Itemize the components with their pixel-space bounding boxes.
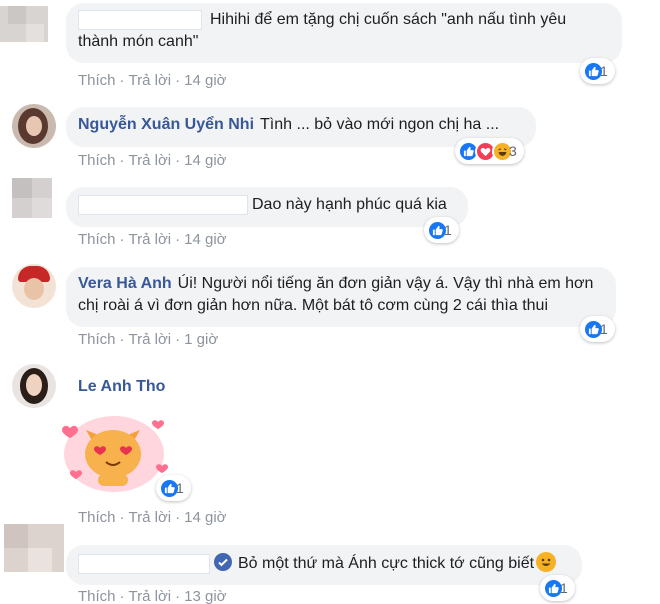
redacted-name xyxy=(78,553,210,574)
like-link[interactable]: Thích xyxy=(78,72,116,89)
separator: · xyxy=(175,331,181,348)
separator: · xyxy=(175,152,181,169)
comment-text: Dao này hạnh phúc quá kia xyxy=(252,196,447,213)
reaction-summary[interactable]: 3 xyxy=(455,138,524,164)
timestamp[interactable]: 14 giờ xyxy=(184,152,226,169)
reaction-count: 1 xyxy=(600,321,608,337)
comment-actions: Thích · Trả lời · 1 giờ xyxy=(78,331,218,348)
reaction-summary[interactable]: 1 xyxy=(424,217,459,243)
author-name[interactable]: Vera Hà Anh xyxy=(78,275,172,292)
verified-badge-icon xyxy=(214,553,232,571)
reaction-summary[interactable]: 1 xyxy=(580,58,615,84)
author-name[interactable]: Nguyễn Xuân Uyển Nhi xyxy=(78,116,254,133)
reaction-summary[interactable]: 1 xyxy=(540,575,575,601)
timestamp[interactable]: 14 giờ xyxy=(184,72,226,89)
timestamp[interactable]: 13 giờ xyxy=(184,588,226,604)
like-link[interactable]: Thích xyxy=(78,331,116,348)
reply-link[interactable]: Trả lời xyxy=(129,231,172,248)
reaction-count: 1 xyxy=(560,580,568,596)
avatar[interactable] xyxy=(12,264,56,308)
timestamp[interactable]: 14 giờ xyxy=(184,509,226,526)
separator: · xyxy=(119,231,125,248)
reply-link[interactable]: Trả lời xyxy=(129,331,172,348)
avatar[interactable] xyxy=(12,178,52,218)
separator: · xyxy=(119,509,125,526)
comment-actions: Thích · Trả lời · 14 giờ xyxy=(78,231,227,248)
separator: · xyxy=(119,588,125,604)
timestamp[interactable]: 14 giờ xyxy=(184,231,226,248)
author-name[interactable]: Le Anh Tho xyxy=(78,378,165,396)
like-link[interactable]: Thích xyxy=(78,231,116,248)
separator: · xyxy=(175,509,181,526)
reply-link[interactable]: Trả lời xyxy=(129,509,172,526)
comment-bubble: Vera Hà Anh Úi! Người nổi tiếng ăn đơn gi… xyxy=(66,267,616,327)
redacted-name xyxy=(78,9,202,30)
reaction-count: 1 xyxy=(176,480,184,496)
cat-heart-eyes-sticker[interactable] xyxy=(62,410,170,492)
reply-link[interactable]: Trả lời xyxy=(129,72,172,89)
comment-bubble: Dao này hạnh phúc quá kia xyxy=(66,187,468,227)
comment-bubble: Bỏ một thứ mà Ánh cực thick tớ cũng biết xyxy=(66,545,582,585)
comment-actions: Thích · Trả lời · 13 giờ xyxy=(78,588,227,604)
comment-text: Tình ... bỏ vào mới ngon chị ha ... xyxy=(260,116,500,133)
smile-emoji-icon xyxy=(536,552,557,572)
avatar[interactable] xyxy=(4,524,64,572)
separator: · xyxy=(175,231,181,248)
like-link[interactable]: Thích xyxy=(78,152,116,169)
reaction-count: 3 xyxy=(509,143,517,159)
timestamp[interactable]: 1 giờ xyxy=(184,331,218,348)
reaction-count: 1 xyxy=(444,222,452,238)
comment-text: Bỏ một thứ mà Ánh cực thick tớ cũng biết xyxy=(238,555,535,572)
comment-actions: Thích · Trả lời · 14 giờ xyxy=(78,72,227,89)
separator: · xyxy=(175,588,181,604)
like-link[interactable]: Thích xyxy=(78,588,116,604)
reaction-summary[interactable]: 1 xyxy=(156,475,191,501)
like-link[interactable]: Thích xyxy=(78,509,116,526)
separator: · xyxy=(119,152,125,169)
reaction-summary[interactable]: 1 xyxy=(580,316,615,342)
separator: · xyxy=(119,72,125,89)
avatar[interactable] xyxy=(12,104,56,148)
comment-actions: Thích · Trả lời · 14 giờ xyxy=(78,152,227,169)
comment-actions: Thích · Trả lời · 14 giờ xyxy=(78,509,227,526)
reaction-count: 1 xyxy=(600,63,608,79)
comment-bubble: Hihihi để em tặng chị cuốn sách "anh nấu… xyxy=(66,3,622,63)
reply-link[interactable]: Trả lời xyxy=(129,152,172,169)
separator: · xyxy=(119,331,125,348)
avatar[interactable] xyxy=(0,6,48,42)
avatar[interactable] xyxy=(12,364,56,408)
redacted-name xyxy=(78,194,248,215)
reply-link[interactable]: Trả lời xyxy=(129,588,172,604)
separator: · xyxy=(175,72,181,89)
